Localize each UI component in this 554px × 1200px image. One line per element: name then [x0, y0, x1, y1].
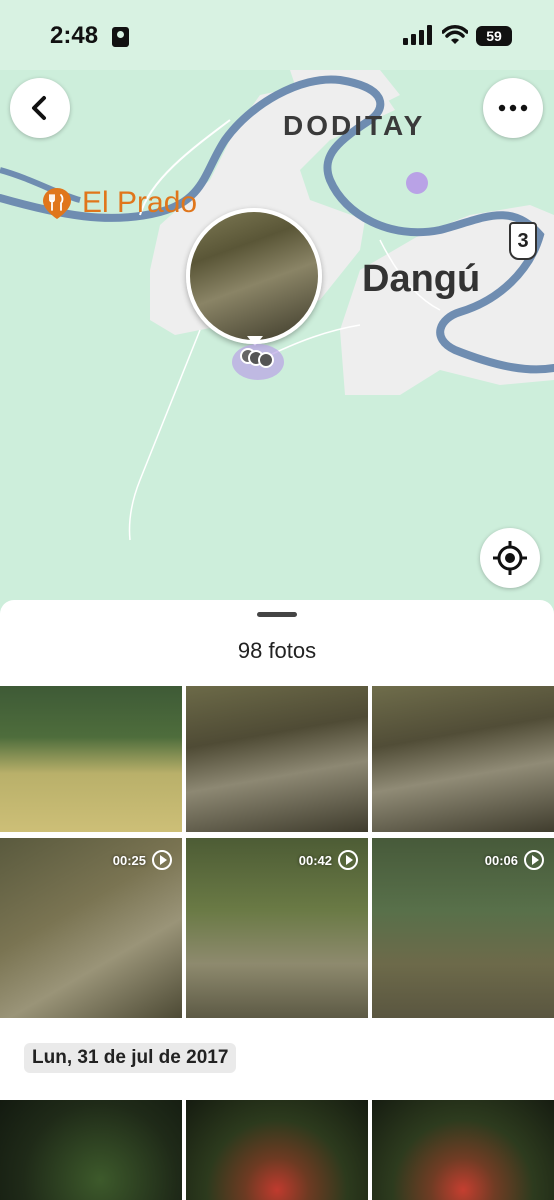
battery-indicator: 59 [476, 26, 512, 46]
photo-thumbnail[interactable] [0, 686, 182, 832]
photo-thumbnail[interactable] [186, 686, 368, 832]
poi-label-el-prado[interactable]: El Prado [82, 186, 197, 220]
status-bar: 2:48 59 [0, 0, 554, 70]
map-label-doditay: DODITAY [283, 110, 426, 141]
play-icon [152, 850, 172, 870]
drag-handle[interactable] [257, 612, 297, 617]
map-view[interactable]: DODITAY Dangú El Prado 3 [0, 0, 554, 620]
photo-thumbnail[interactable] [372, 1100, 554, 1200]
restaurant-icon[interactable] [40, 186, 74, 220]
video-thumbnail[interactable]: 00:42 [186, 838, 368, 1018]
my-location-icon [493, 541, 527, 575]
cellular-signal-icon [403, 25, 432, 45]
video-thumbnail[interactable]: 00:25 [0, 838, 182, 1018]
video-thumbnail[interactable]: 00:06 [372, 838, 554, 1018]
duration-label: 00:42 [298, 852, 332, 868]
video-duration: 00:06 [485, 850, 544, 870]
wifi-icon [442, 25, 468, 44]
photo-pins-cluster[interactable] [230, 340, 290, 384]
location-dot[interactable] [406, 172, 428, 194]
photo-thumbnail[interactable] [372, 686, 554, 832]
route-shield: 3 [509, 222, 537, 260]
my-location-button[interactable] [480, 528, 540, 588]
photo-thumbnail[interactable] [0, 1100, 182, 1200]
chevron-left-icon [32, 96, 46, 120]
back-button[interactable] [10, 78, 70, 138]
status-time: 2:48 [50, 22, 99, 49]
video-duration: 00:42 [299, 850, 358, 870]
more-horizontal-icon [498, 104, 528, 112]
duration-label: 00:06 [484, 852, 518, 868]
play-icon [524, 850, 544, 870]
video-duration: 00:25 [113, 850, 172, 870]
play-icon [338, 850, 358, 870]
photo-count: 98 fotos [237, 638, 317, 663]
photo-cluster-marker[interactable] [186, 208, 322, 344]
duration-label: 00:25 [112, 852, 146, 868]
map-label-dangu: Dangú [362, 258, 481, 300]
photo-thumbnail[interactable] [186, 1100, 368, 1200]
contact-badge-icon [112, 27, 129, 47]
more-options-button[interactable] [483, 78, 543, 138]
section-date: Lun, 31 de jul de 2017 [24, 1043, 237, 1073]
